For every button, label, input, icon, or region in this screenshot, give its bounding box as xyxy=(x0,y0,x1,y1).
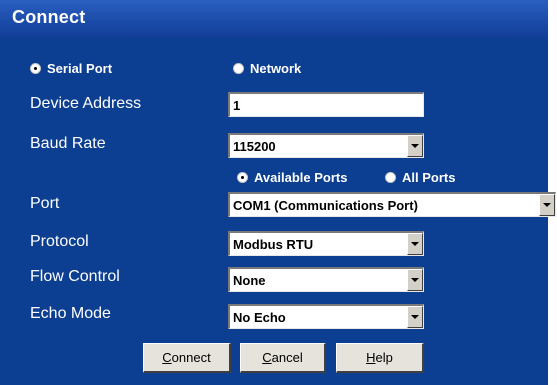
chevron-down-icon[interactable] xyxy=(407,233,423,255)
title-bar[interactable]: Connect xyxy=(0,0,557,38)
radio-icon[interactable] xyxy=(233,63,244,74)
port-select[interactable]: COM1 (Communications Port) xyxy=(228,192,556,217)
device-address-input[interactable]: 1 xyxy=(228,92,424,117)
radio-serial-port-label: Serial Port xyxy=(47,61,113,76)
cancel-button[interactable]: Cancel xyxy=(240,343,326,373)
window-title: Connect xyxy=(12,7,86,27)
baud-rate-label: Baud Rate xyxy=(30,135,106,152)
chevron-down-icon[interactable] xyxy=(539,194,555,216)
baud-rate-select[interactable]: 115200 xyxy=(228,133,424,158)
echo-mode-select[interactable]: No Echo xyxy=(228,304,424,329)
radio-serial-port[interactable]: Serial Port xyxy=(30,61,112,76)
radio-network-label: Network xyxy=(250,61,302,76)
protocol-value: Modbus RTU xyxy=(233,236,314,252)
connect-button-mnemonic: C xyxy=(162,350,172,365)
radio-network[interactable]: Network xyxy=(233,61,301,76)
connect-dialog: Connect Serial Port Network Device Addre… xyxy=(0,0,557,385)
cancel-button-label: ancel xyxy=(271,350,303,365)
cancel-button-mnemonic: C xyxy=(262,350,272,365)
protocol-label: Protocol xyxy=(30,233,89,250)
echo-mode-value: No Echo xyxy=(233,309,286,325)
echo-mode-label: Echo Mode xyxy=(30,305,111,322)
help-button-mnemonic: H xyxy=(366,350,376,365)
radio-available-ports[interactable]: Available Ports xyxy=(237,170,347,185)
chevron-down-icon[interactable] xyxy=(407,269,423,291)
baud-rate-value: 115200 xyxy=(233,138,276,154)
chevron-down-icon[interactable] xyxy=(407,306,423,328)
radio-all-ports[interactable]: All Ports xyxy=(385,170,455,185)
flow-control-value: None xyxy=(233,272,266,288)
port-value: COM1 (Communications Port) xyxy=(233,197,418,213)
flow-control-label: Flow Control xyxy=(30,268,120,285)
radio-icon[interactable] xyxy=(385,172,396,183)
protocol-select[interactable]: Modbus RTU xyxy=(228,231,424,256)
radio-icon[interactable] xyxy=(237,172,248,183)
connect-button[interactable]: Connect xyxy=(143,343,231,373)
flow-control-select[interactable]: None xyxy=(228,267,424,292)
chevron-down-icon[interactable] xyxy=(407,135,423,157)
radio-available-ports-label: Available Ports xyxy=(254,170,348,185)
radio-icon[interactable] xyxy=(30,63,41,74)
help-button[interactable]: Help xyxy=(336,343,424,373)
help-button-label: elp xyxy=(375,350,393,365)
radio-all-ports-label: All Ports xyxy=(402,170,456,185)
device-address-label: Device Address xyxy=(30,95,142,112)
connect-button-label: onnect xyxy=(171,350,211,365)
port-label: Port xyxy=(30,195,60,212)
